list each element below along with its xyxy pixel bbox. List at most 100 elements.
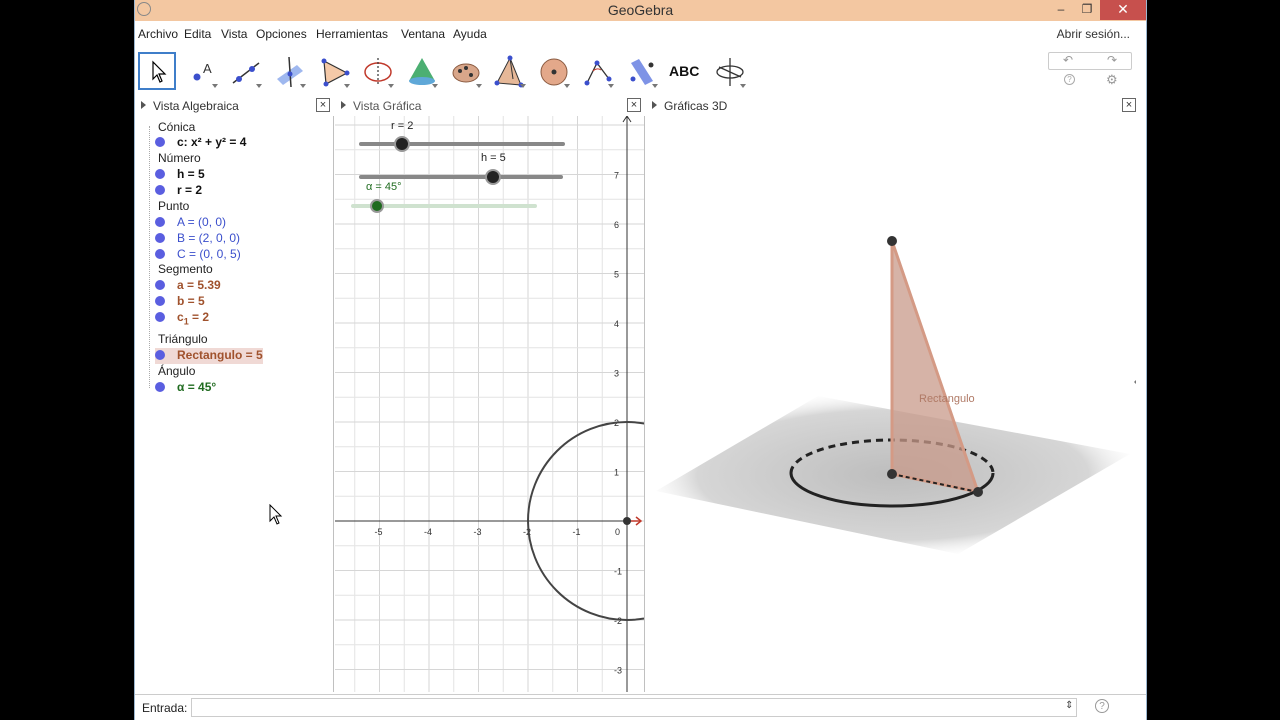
visibility-dot-icon[interactable] xyxy=(155,312,165,322)
window-title: GeoGebra xyxy=(607,2,674,18)
line-tool-button[interactable] xyxy=(226,52,264,90)
menu-opciones[interactable]: Opciones xyxy=(256,27,307,41)
slider-h-knob[interactable] xyxy=(485,169,501,185)
rotate-view-tool-button[interactable] xyxy=(710,52,748,90)
y-tick-label: 7 xyxy=(614,171,619,181)
svg-text:A: A xyxy=(203,61,212,76)
menu-archivo[interactable]: Archivo xyxy=(138,27,178,41)
settings-gear-icon[interactable]: ⚙ xyxy=(1106,72,1118,88)
graphics3d-canvas[interactable]: Rectangulo xyxy=(646,116,1136,692)
input-field[interactable] xyxy=(191,698,1077,717)
category-punto[interactable]: Punto xyxy=(158,199,189,215)
algebra-view-header: Vista Algebraica × xyxy=(135,97,334,115)
graphics-view-header: Vista Gráfica × xyxy=(335,97,645,115)
geogebra-window: GeoGebra – ❐ ✕ Archivo Edita Vista Opcio… xyxy=(134,0,1147,720)
close-window-button[interactable]: ✕ xyxy=(1100,0,1146,20)
menu-ventana[interactable]: Ventana xyxy=(401,27,445,41)
point-C[interactable] xyxy=(887,236,897,246)
visibility-dot-icon[interactable] xyxy=(155,280,165,290)
category-angulo[interactable]: Ángulo xyxy=(158,364,195,380)
algebra-item-triangle-rectangulo[interactable]: Rectangulo = 5 xyxy=(155,348,263,364)
y-tick-label: 3 xyxy=(614,369,619,379)
text-tool-button[interactable]: ABC xyxy=(666,52,704,90)
visibility-dot-icon[interactable] xyxy=(155,169,165,179)
sphere-tool-button[interactable] xyxy=(534,52,572,90)
graphics-view[interactable]: -5 -4 -3 -2 -1 0 7 6 5 4 3 2 1 -1 -2 -3 r = 2 h = 5 α … xyxy=(335,116,645,692)
help-icon[interactable]: ? xyxy=(1064,74,1075,85)
input-history-spinner-icon[interactable]: ⇕ xyxy=(1065,700,1073,711)
toolbar: A ABC ↶ ↷ ? ⚙ xyxy=(135,46,1146,96)
y-tick-label: -1 xyxy=(614,567,622,577)
x-tick-label: -1 xyxy=(573,527,581,537)
menu-herramientas[interactable]: Herramientas xyxy=(316,27,388,41)
slider-r-knob[interactable] xyxy=(394,136,410,152)
perpendicular-tool-button[interactable] xyxy=(270,52,308,90)
y-tick-label: 4 xyxy=(614,319,619,329)
visibility-dot-icon[interactable] xyxy=(155,249,165,259)
mouse-cursor-icon xyxy=(269,504,283,525)
menu-bar: Archivo Edita Vista Opciones Herramienta… xyxy=(135,22,1146,46)
close-graphics-view-button[interactable]: × xyxy=(627,98,641,112)
reflect-tool-button[interactable] xyxy=(622,52,660,90)
x-tick-label: 0 xyxy=(615,527,620,537)
input-label: Entrada: xyxy=(142,701,188,715)
triangle-rectangulo[interactable] xyxy=(890,240,981,495)
visibility-dot-icon[interactable] xyxy=(155,382,165,392)
expand-triangle-icon[interactable] xyxy=(652,101,657,109)
point-A-3d[interactable] xyxy=(887,469,897,479)
text-tool-label: ABC xyxy=(669,63,700,79)
algebra-view-title: Vista Algebraica xyxy=(153,99,239,113)
y-tick-label: 5 xyxy=(614,270,619,280)
category-conica[interactable]: Cónica xyxy=(158,120,195,136)
point-tool-button[interactable]: A xyxy=(182,52,220,90)
cone-tool-button[interactable] xyxy=(402,52,440,90)
y-tick-label: -3 xyxy=(614,666,622,676)
visibility-dot-icon[interactable] xyxy=(155,350,165,360)
maximize-button[interactable]: ❐ xyxy=(1074,0,1100,20)
slider-h-label: h = 5 xyxy=(481,152,506,164)
label-rectangulo: Rectangulo xyxy=(919,393,975,405)
signin-link[interactable]: Abrir sesión... xyxy=(1057,27,1130,41)
pyramid-tool-button[interactable] xyxy=(490,52,528,90)
visibility-dot-icon[interactable] xyxy=(155,217,165,227)
point-B[interactable] xyxy=(973,487,983,497)
slider-alpha-knob[interactable] xyxy=(370,199,384,213)
visibility-dot-icon[interactable] xyxy=(155,137,165,147)
menu-vista[interactable]: Vista xyxy=(221,27,247,41)
graphics-view-title: Vista Gráfica xyxy=(353,99,422,113)
close-graphics3d-view-button[interactable]: × xyxy=(1122,98,1136,112)
undo-redo-group: ↶ ↷ xyxy=(1048,52,1132,70)
graphics-canvas[interactable]: -5 -4 -3 -2 -1 0 7654321-1-2-3 r = 2 h = 5 α … xyxy=(335,116,645,692)
undo-icon[interactable]: ↶ xyxy=(1063,53,1073,67)
graphics3d-view[interactable]: Rectangulo xyxy=(646,116,1136,692)
redo-icon[interactable]: ↷ xyxy=(1107,53,1117,67)
category-segmento[interactable]: Segmento xyxy=(158,262,213,278)
cursor-arrow-icon xyxy=(152,60,167,83)
x-tick-label: -5 xyxy=(375,527,383,537)
minimize-button[interactable]: – xyxy=(1048,0,1074,20)
expand-triangle-icon[interactable] xyxy=(341,101,346,109)
visibility-dot-icon[interactable] xyxy=(155,233,165,243)
algebra-view: Cónica c: x² + y² = 4 Número h = 5 r = 2… xyxy=(135,116,334,692)
input-help-icon[interactable]: ? xyxy=(1095,699,1109,713)
close-algebra-view-button[interactable]: × xyxy=(316,98,330,112)
input-bar: Entrada: ⇕ ? xyxy=(135,694,1146,720)
circle-tool-button[interactable] xyxy=(358,52,396,90)
polygon-tool-button[interactable] xyxy=(314,52,352,90)
visibility-dot-icon[interactable] xyxy=(155,296,165,306)
menu-edita[interactable]: Edita xyxy=(184,27,211,41)
visibility-dot-icon[interactable] xyxy=(155,185,165,195)
side-panel-toggle-icon[interactable] xyxy=(1134,378,1136,386)
category-triangulo[interactable]: Triángulo xyxy=(158,332,208,348)
menu-ayuda[interactable]: Ayuda xyxy=(453,27,487,41)
category-numero[interactable]: Número xyxy=(158,151,201,167)
conic-tool-button[interactable] xyxy=(446,52,484,90)
angle-tool-button[interactable] xyxy=(578,52,616,90)
point-A[interactable] xyxy=(623,517,631,525)
y-tick-label: 6 xyxy=(614,220,619,230)
graphics3d-view-header: Gráficas 3D × xyxy=(646,97,1140,115)
move-tool-button[interactable] xyxy=(138,52,176,90)
expand-triangle-icon[interactable] xyxy=(141,101,146,109)
x-tick-label: -4 xyxy=(424,527,432,537)
slider-r-label: r = 2 xyxy=(391,120,413,132)
